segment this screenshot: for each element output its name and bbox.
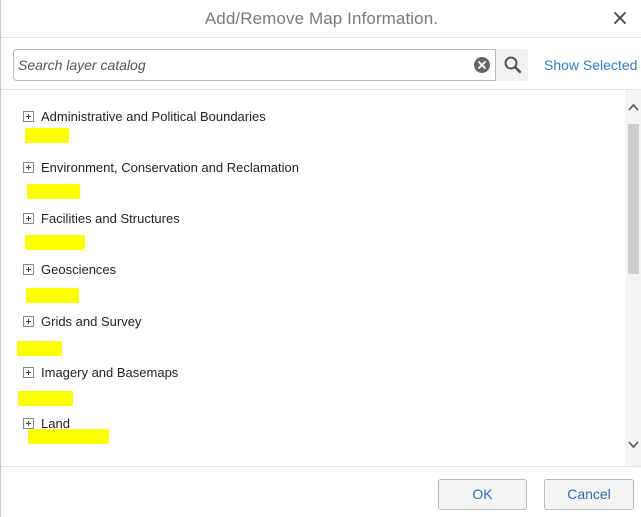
show-selected-link[interactable]: Show Selected <box>544 57 637 73</box>
tree-item[interactable]: Geosciences <box>23 260 116 278</box>
add-remove-map-dialog: Add/Remove Map Information. Sho <box>0 0 641 517</box>
highlight-mark <box>27 184 80 199</box>
expand-icon[interactable] <box>23 417 34 429</box>
tree-item[interactable]: Environment, Conservation and Reclamatio… <box>23 158 299 176</box>
highlight-mark <box>18 391 73 406</box>
magnifier-icon <box>504 56 522 74</box>
highlight-mark <box>25 128 69 143</box>
vertical-scrollbar[interactable] <box>625 90 641 466</box>
cancel-button[interactable]: Cancel <box>544 479 634 510</box>
ok-button[interactable]: OK <box>438 479 527 510</box>
tree-item[interactable]: Facilities and Structures <box>23 209 180 227</box>
tree-item[interactable]: Imagery and Basemaps <box>23 363 178 381</box>
tree-item-label[interactable]: Imagery and Basemaps <box>41 365 178 380</box>
highlight-mark <box>26 288 79 303</box>
tree-item-label[interactable]: Administrative and Political Boundaries <box>41 109 266 124</box>
clear-circle-icon[interactable] <box>473 56 491 74</box>
search-row: Show Selected <box>1 38 641 90</box>
layer-catalog-tree: Administrative and Political Boundaries … <box>1 90 641 466</box>
expand-icon[interactable] <box>23 263 34 275</box>
dialog-title: Add/Remove Map Information. <box>204 9 439 28</box>
scroll-down-icon[interactable] <box>625 436 641 452</box>
tree-item-label[interactable]: Geosciences <box>41 262 116 277</box>
search-box <box>13 49 528 81</box>
tree-item-label[interactable]: Grids and Survey <box>41 314 141 329</box>
expand-icon[interactable] <box>23 212 34 224</box>
highlight-mark <box>28 429 109 444</box>
highlight-mark <box>25 235 85 250</box>
expand-icon[interactable] <box>23 315 34 327</box>
tree-item-label[interactable]: Facilities and Structures <box>41 211 180 226</box>
search-input[interactable] <box>18 53 470 77</box>
close-icon[interactable] <box>610 8 630 28</box>
expand-icon[interactable] <box>23 110 34 122</box>
tree-item[interactable]: Grids and Survey <box>23 312 141 330</box>
scroll-up-icon[interactable] <box>625 100 641 116</box>
search-button[interactable] <box>495 49 528 81</box>
highlight-mark <box>17 341 62 356</box>
expand-icon[interactable] <box>23 161 34 173</box>
dialog-title-bar: Add/Remove Map Information. <box>1 0 641 38</box>
expand-icon[interactable] <box>23 366 34 378</box>
scrollbar-thumb[interactable] <box>628 124 639 274</box>
dialog-footer: OK Cancel <box>1 466 641 517</box>
tree-item-label[interactable]: Environment, Conservation and Reclamatio… <box>41 160 299 175</box>
tree-item[interactable]: Administrative and Political Boundaries <box>23 107 266 125</box>
